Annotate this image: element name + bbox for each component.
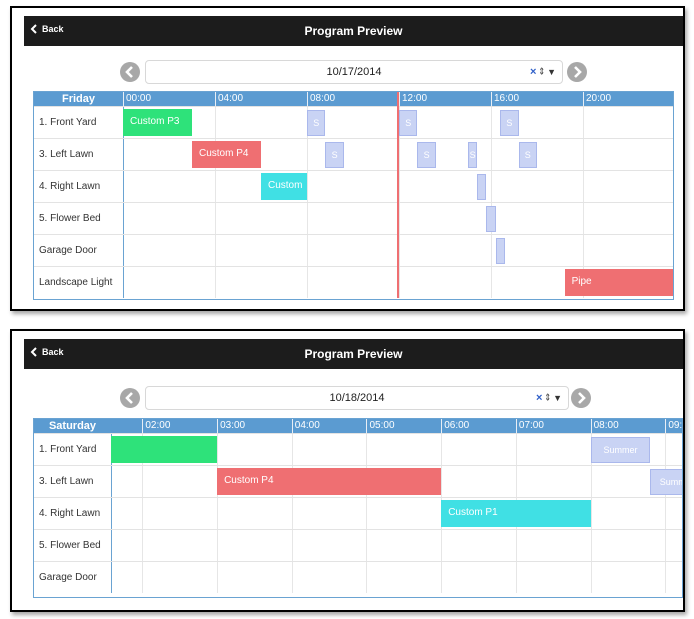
schedule-event[interactable]: Summ bbox=[650, 469, 682, 495]
row-gridline bbox=[111, 561, 682, 562]
chevron-right-icon bbox=[574, 66, 582, 78]
row-gridline bbox=[111, 465, 682, 466]
time-tick: 03:00 bbox=[217, 419, 245, 433]
schedule-event[interactable]: Custom P4 bbox=[192, 141, 261, 168]
time-tick: 09:0 bbox=[665, 419, 682, 433]
schedule-event[interactable]: Custom bbox=[261, 173, 307, 200]
row-label: Garage Door bbox=[34, 234, 123, 266]
chevron-left-icon bbox=[125, 66, 133, 78]
time-tick: 16:00 bbox=[491, 92, 519, 106]
date-input[interactable]: 10/18/2014 × ⇕ ▼ bbox=[145, 386, 569, 410]
schedule-event[interactable] bbox=[486, 206, 496, 232]
schedule-event[interactable]: Summer bbox=[590, 437, 651, 463]
row-label: 5. Flower Bed bbox=[34, 529, 111, 561]
row-label: 4. Right Lawn bbox=[34, 497, 111, 529]
time-tick: 02:00 bbox=[142, 419, 170, 433]
row-gridline bbox=[111, 497, 682, 498]
schedule-event[interactable]: Custom P3 bbox=[123, 109, 192, 136]
time-tick: 04:00 bbox=[215, 92, 243, 106]
page-title: Program Preview bbox=[304, 24, 403, 38]
next-day-button[interactable] bbox=[567, 62, 587, 82]
schedule-event[interactable]: S bbox=[468, 142, 478, 168]
row-label: 1. Front Yard bbox=[34, 106, 123, 138]
dropdown-caret-icon[interactable]: ▼ bbox=[547, 67, 556, 77]
current-time-marker bbox=[396, 92, 399, 298]
hour-gridline bbox=[291, 433, 293, 593]
time-tick: 00:00 bbox=[123, 92, 151, 106]
schedule-event[interactable]: S bbox=[325, 142, 344, 168]
time-header: Saturday 02:00 03:00 04:00 05:00 06:00 07:00 0… bbox=[34, 419, 682, 433]
schedule-grid: Saturday 02:00 03:00 04:00 05:00 06:00 07:00 0… bbox=[33, 418, 683, 598]
row-label: 3. Left Lawn bbox=[34, 465, 111, 497]
date-input[interactable]: 10/17/2014 × ⇕ ▼ bbox=[145, 60, 563, 84]
row-label: 4. Right Lawn bbox=[34, 170, 123, 202]
schedule-event[interactable] bbox=[477, 174, 487, 200]
chevron-left-icon bbox=[125, 392, 133, 404]
time-header: Friday 00:00 04:00 08:00 12:00 16:00 20:00 bbox=[34, 92, 673, 106]
row-label: Landscape Light bbox=[34, 266, 123, 298]
date-value: 10/18/2014 bbox=[329, 392, 385, 404]
schedule-event[interactable]: Custom P4 bbox=[217, 468, 442, 495]
schedule-event[interactable]: S bbox=[417, 142, 436, 168]
schedule-event[interactable]: S bbox=[500, 110, 519, 136]
schedule-event[interactable]: Pipe bbox=[564, 269, 673, 296]
row-gridline bbox=[111, 433, 682, 434]
schedule-event[interactable] bbox=[111, 436, 218, 463]
prev-day-button[interactable] bbox=[120, 62, 140, 82]
hour-gridline bbox=[217, 433, 219, 593]
chevron-right-icon bbox=[578, 392, 586, 404]
hour-gridline bbox=[366, 433, 368, 593]
clear-date-icon[interactable]: × bbox=[530, 66, 536, 78]
prev-day-button[interactable] bbox=[120, 388, 140, 408]
day-label: Friday bbox=[61, 93, 95, 105]
dropdown-caret-icon[interactable]: ▼ bbox=[553, 393, 562, 403]
row-label: 5. Flower Bed bbox=[34, 202, 123, 234]
row-label: Garage Door bbox=[34, 561, 111, 593]
program-preview-panel-saturday: Back Program Preview 10/18/2014 × ⇕ ▼ Sa… bbox=[10, 329, 685, 612]
spinner-icon[interactable]: ⇕ bbox=[544, 393, 551, 403]
time-tick: 07:00 bbox=[515, 419, 544, 433]
time-tick: 04:00 bbox=[291, 419, 320, 433]
top-bar: Back Program Preview bbox=[24, 339, 683, 369]
page-title: Program Preview bbox=[304, 347, 403, 361]
time-tick: 08:00 bbox=[307, 92, 335, 106]
row-label: 3. Left Lawn bbox=[34, 138, 123, 170]
top-bar: Back Program Preview bbox=[24, 16, 683, 46]
time-tick: 08:00 bbox=[590, 419, 619, 433]
hour-gridline bbox=[665, 433, 667, 593]
program-preview-panel-friday: Back Program Preview 10/17/2014 × ⇕ ▼ Fr… bbox=[10, 6, 685, 311]
schedule-event[interactable]: S bbox=[399, 110, 418, 136]
day-label: Saturday bbox=[48, 420, 97, 432]
schedule-event[interactable] bbox=[495, 238, 505, 264]
row-gridline bbox=[111, 529, 682, 530]
time-tick: 06:00 bbox=[441, 419, 469, 433]
schedule-grid: Friday 00:00 04:00 08:00 12:00 16:00 20:00 1.… bbox=[33, 91, 674, 300]
date-value: 10/17/2014 bbox=[326, 66, 382, 78]
time-tick: 05:00 bbox=[366, 419, 395, 433]
clear-date-icon[interactable]: × bbox=[536, 392, 542, 404]
time-tick: 20:00 bbox=[583, 92, 611, 106]
time-tick: 12:00 bbox=[399, 92, 427, 106]
row-label: 1. Front Yard bbox=[34, 433, 111, 465]
next-day-button[interactable] bbox=[571, 388, 591, 408]
schedule-event[interactable]: S bbox=[307, 110, 326, 136]
schedule-event[interactable]: Custom P1 bbox=[441, 500, 591, 527]
schedule-event[interactable]: S bbox=[518, 142, 537, 168]
spinner-icon[interactable]: ⇕ bbox=[538, 67, 545, 77]
